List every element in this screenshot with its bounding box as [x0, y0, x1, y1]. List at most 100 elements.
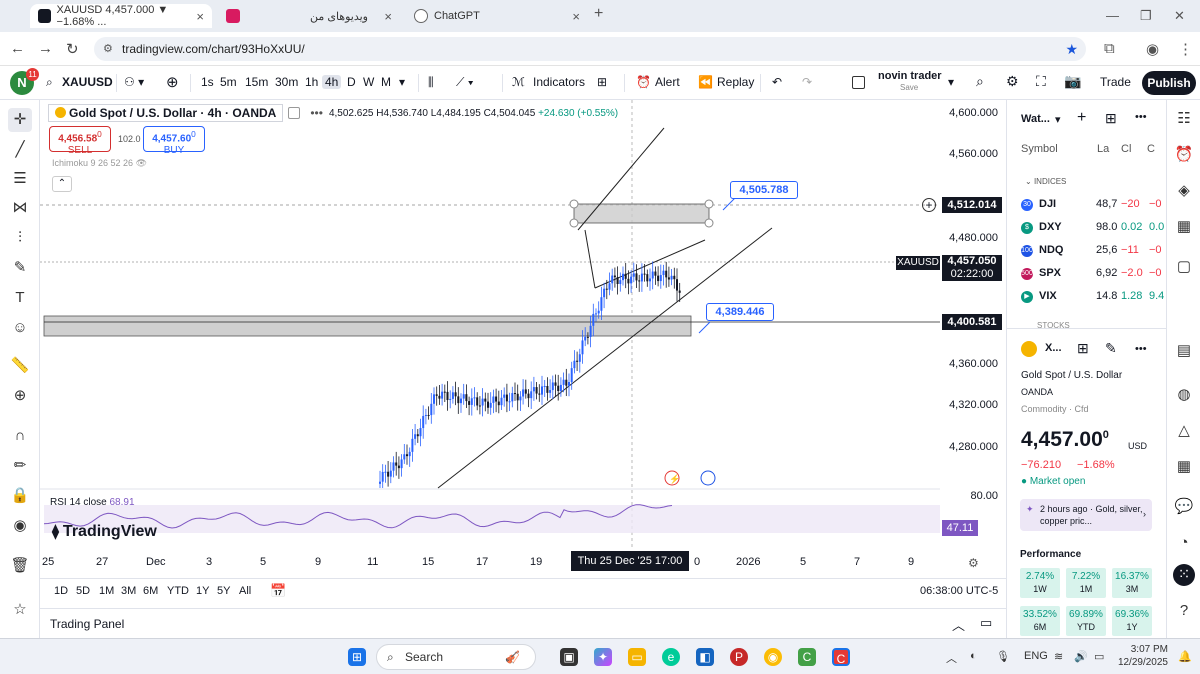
templates-icon[interactable]: ⊞	[597, 75, 607, 89]
interval-m[interactable]: M	[381, 75, 391, 89]
pattern-icon[interactable]: ⋈	[8, 196, 32, 220]
calendar-icon[interactable]: ▦	[1173, 216, 1195, 238]
ruler-icon[interactable]: 📏	[8, 354, 32, 378]
input-language[interactable]: ENG	[1024, 650, 1048, 662]
close-window-icon[interactable]: ✕	[1174, 8, 1185, 24]
trendline-icon[interactable]: ╱	[8, 138, 32, 162]
search-icon[interactable]: ⌕	[976, 73, 984, 90]
watchlist-dropdown-icon[interactable]: ▾	[1055, 113, 1061, 126]
indicators-button[interactable]: Indicators	[533, 75, 585, 89]
back-icon[interactable]: ←	[10, 40, 25, 57]
alert-icon[interactable]: ⏰	[636, 75, 651, 89]
eye-icon[interactable]: ◉	[8, 514, 32, 538]
sell-button[interactable]: 4,456.580 SELL	[49, 126, 111, 156]
interval-w[interactable]: W	[363, 75, 374, 89]
new-tab-icon[interactable]: +	[594, 5, 603, 23]
range-all[interactable]: All	[239, 585, 251, 597]
store-icon[interactable]: ◧	[696, 648, 714, 666]
settings-square-icon[interactable]	[288, 107, 301, 119]
reload-icon[interactable]: ↻	[66, 40, 79, 58]
magnet-icon[interactable]: ∩	[8, 424, 32, 448]
column-symbol[interactable]: Symbol	[1021, 143, 1058, 155]
watchlist-row[interactable]: 30 DJI 48,7 −20 −0	[1021, 194, 1167, 216]
interval-15m[interactable]: 15m	[245, 75, 268, 89]
tab-videos[interactable]: ویدیوهای من ×	[218, 4, 400, 28]
pinterest-icon[interactable]: P	[730, 648, 748, 666]
alert-button[interactable]: Alert	[655, 75, 680, 89]
replay-button[interactable]: Replay	[717, 75, 754, 89]
text-tool-icon[interactable]: T	[8, 286, 32, 310]
interval-1s[interactable]: 1s	[201, 75, 214, 89]
section-indices[interactable]: ⌄ INDICES	[1025, 177, 1066, 186]
forecast-icon[interactable]: ⫶	[8, 226, 32, 250]
watchlist-title[interactable]: Wat...	[1021, 113, 1050, 125]
compare-icon[interactable]: ⚇ ▾	[124, 75, 144, 89]
help-question-icon[interactable]: ?	[1173, 600, 1195, 622]
add-symbol-icon[interactable]: ⊕	[166, 73, 179, 91]
range-5d[interactable]: 5D	[76, 585, 90, 597]
range-1d[interactable]: 1D	[54, 585, 68, 597]
details-more-icon[interactable]: •••	[1135, 343, 1147, 355]
watchlist-row[interactable]: $ DXY 98.0 0.02 0.0	[1021, 217, 1167, 239]
upper-price-callout[interactable]: 4,505.788	[730, 181, 798, 199]
chat-bubble-icon[interactable]: 💬	[1173, 496, 1195, 518]
bookmark-star-icon[interactable]: ★	[1065, 37, 1078, 61]
news-calendar-icon[interactable]: ▦	[1173, 456, 1195, 478]
watchlist-icon[interactable]: ☷	[1173, 108, 1195, 130]
app-red-icon[interactable]: C	[832, 648, 850, 666]
brush-icon[interactable]: ✎	[8, 256, 32, 280]
trash-icon[interactable]: 🗑	[8, 554, 32, 578]
chrome-icon[interactable]: ◉	[764, 648, 782, 666]
menu-icon[interactable]: ⋮	[1178, 40, 1193, 58]
layout-name[interactable]: novin trader	[878, 70, 942, 82]
add-alert-icon[interactable]: +	[922, 198, 936, 212]
collapse-icon[interactable]: ︿	[952, 615, 965, 634]
perf-6m[interactable]: 33.52% 6M	[1020, 606, 1060, 636]
details-symbol[interactable]: X...	[1045, 342, 1062, 354]
undo-icon[interactable]: ↶	[772, 75, 782, 89]
layers-icon[interactable]: ◈	[1173, 180, 1195, 202]
interval-4h[interactable]: 4h	[322, 75, 342, 89]
range-1y[interactable]: 1Y	[196, 585, 209, 597]
lower-price-callout[interactable]: 4,389.446	[706, 303, 774, 321]
utc-clock[interactable]: 06:38:00 UTC-5	[920, 585, 998, 597]
lock-icon[interactable]: 🔒	[8, 484, 32, 508]
range-1m[interactable]: 1M	[99, 585, 114, 597]
maximize-panel-icon[interactable]: ▭	[980, 615, 992, 631]
interval-5m[interactable]: 5m	[220, 75, 237, 89]
copilot-icon[interactable]: ✦	[594, 648, 612, 666]
range-6m[interactable]: 6M	[143, 585, 158, 597]
interval-1h[interactable]: 1h	[305, 75, 318, 89]
axis-settings-icon[interactable]: ⚙	[968, 556, 979, 570]
minimize-icon[interactable]: —	[1106, 8, 1119, 23]
close-tab-icon[interactable]: ×	[196, 9, 204, 24]
more-options-icon[interactable]: •••	[310, 106, 323, 120]
url-field[interactable]: ⚙ tradingview.com/chart/93HoXxUU/ ★	[94, 37, 1086, 61]
line-chart-icon[interactable]: ⟋ ▾	[456, 75, 474, 90]
profile-icon[interactable]: ◉	[1146, 40, 1159, 58]
news-item[interactable]: ✦ 2 hours ago · Gold, silver, copper pri…	[1020, 499, 1152, 531]
extensions-icon[interactable]: ⧉	[1104, 40, 1115, 57]
tray-app-icon[interactable]: ◐	[970, 650, 977, 662]
range-ytd[interactable]: YTD	[167, 585, 189, 597]
layout-icon[interactable]	[852, 76, 865, 89]
lock-drawing-icon[interactable]: ✏	[8, 454, 32, 478]
column-change-pct[interactable]: C	[1147, 143, 1155, 155]
add-symbol-icon[interactable]: +	[1077, 109, 1086, 127]
volume-icon[interactable]: 🔊	[1074, 650, 1088, 663]
date-range-calendar-icon[interactable]: 📅	[270, 583, 286, 599]
ichimoku-legend[interactable]: Ichimoku 9 26 52 26 👁	[52, 158, 147, 169]
details-name[interactable]: Gold Spot / U.S. Dollar	[1021, 370, 1122, 381]
perf-1y[interactable]: 69.36% 1Y	[1112, 606, 1152, 636]
close-tab-icon[interactable]: ×	[384, 9, 392, 24]
watchlist-row[interactable]: ▶ VIX 14.8 1.28 9.4	[1021, 286, 1167, 308]
forward-icon[interactable]: →	[38, 40, 53, 57]
microphone-icon[interactable]: 🎙	[996, 650, 1010, 663]
ideas-icon[interactable]: ◍	[1173, 384, 1195, 406]
fib-icon[interactable]: ☰	[8, 167, 32, 191]
tab-chatgpt[interactable]: ChatGPT ×	[406, 4, 588, 28]
replay-icon[interactable]: ⏪	[698, 75, 713, 89]
symbol-search-icon[interactable]: ⌕	[46, 75, 53, 90]
column-change[interactable]: Cl	[1121, 143, 1131, 155]
restore-icon[interactable]: ❐	[1140, 8, 1152, 24]
